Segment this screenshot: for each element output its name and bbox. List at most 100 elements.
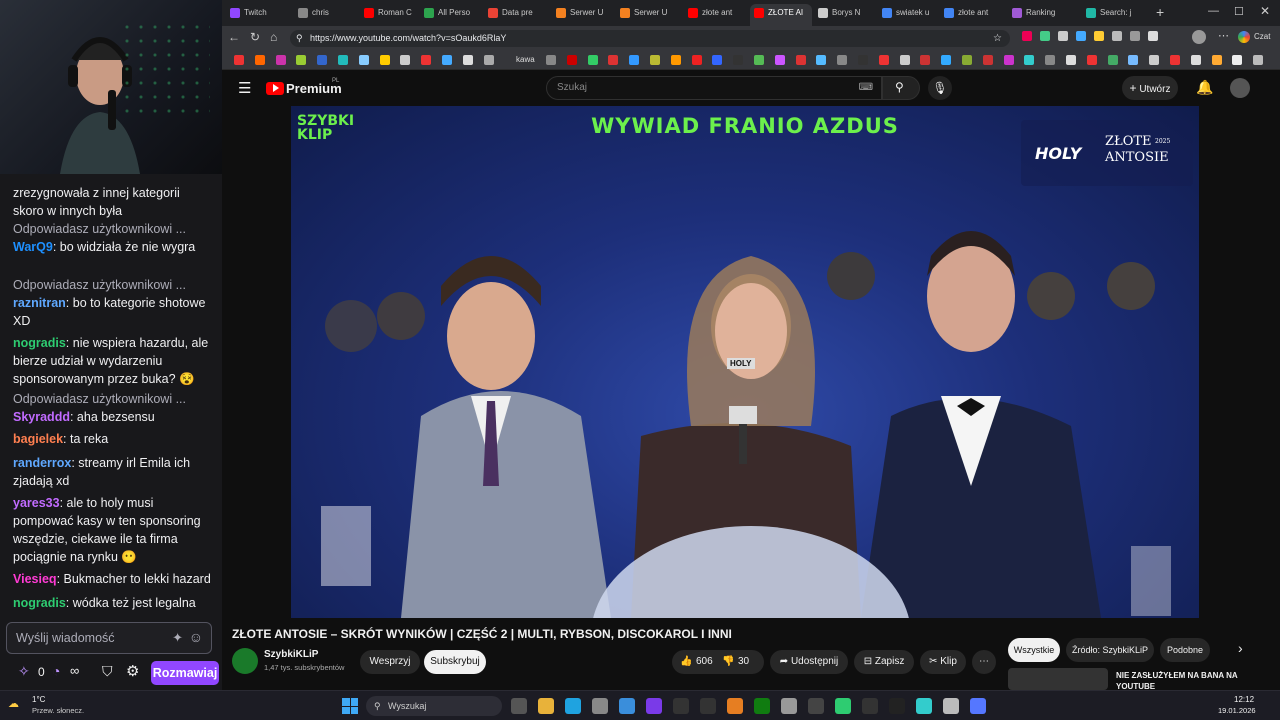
keyboard-icon[interactable]: ⌨ <box>859 77 873 99</box>
bookmark-icon[interactable] <box>754 55 764 65</box>
taskbar-app-icon[interactable] <box>565 698 581 714</box>
taskbar-app-icon[interactable] <box>646 698 662 714</box>
bookmark-icon[interactable] <box>899 55 910 65</box>
bookmark-icon[interactable] <box>462 55 473 65</box>
browser-tab[interactable]: Ranking <box>1008 4 1070 26</box>
bookmark-star-icon[interactable]: ☆ <box>993 30 1002 47</box>
bookmark-icon[interactable] <box>1003 55 1014 65</box>
bookmark-icon[interactable] <box>1107 55 1118 65</box>
search-button[interactable]: ⚲ <box>882 76 920 100</box>
site-info-icon[interactable]: ⚲ <box>296 30 303 47</box>
gear-icon[interactable]: ⚙ <box>126 662 139 680</box>
bookmark-icon[interactable] <box>1024 55 1035 65</box>
bookmark-icon[interactable] <box>920 55 931 65</box>
back-icon[interactable]: ← <box>228 30 240 44</box>
bookmark-icon[interactable] <box>733 55 744 65</box>
chevron-right-icon[interactable]: › <box>1238 640 1243 656</box>
bookmark-icon[interactable] <box>691 55 702 65</box>
taskbar-app-icon[interactable] <box>673 698 689 714</box>
reload-icon[interactable]: ↻ <box>250 30 260 44</box>
sparkle-icon[interactable]: ✦ <box>172 630 183 646</box>
bookmark-icon[interactable] <box>795 55 806 65</box>
minimize-icon[interactable]: — <box>1208 5 1219 17</box>
channel-points-icon[interactable]: ✧ <box>18 663 30 680</box>
taskbar-app-icon[interactable] <box>511 698 527 714</box>
extension-icon[interactable] <box>1040 31 1050 41</box>
taskbar-app-icon[interactable] <box>700 698 716 714</box>
chip-similar[interactable]: Podobne <box>1160 638 1210 662</box>
browser-tab[interactable]: Search: j <box>1082 4 1152 26</box>
taskbar-app-icon[interactable] <box>592 698 608 714</box>
taskbar-app-icon[interactable] <box>754 698 770 714</box>
maximize-icon[interactable]: ☐ <box>1234 5 1244 18</box>
subscribe-button[interactable]: Subskrybuj <box>424 650 486 674</box>
bookmark-icon[interactable] <box>878 55 889 65</box>
close-window-icon[interactable]: ✕ <box>1260 4 1270 18</box>
bookmark-icon[interactable] <box>234 55 244 65</box>
taskbar-app-icon[interactable] <box>619 698 635 714</box>
extension-icon[interactable] <box>1112 31 1122 41</box>
extension-icon[interactable] <box>1022 31 1032 41</box>
save-button[interactable]: ⊟ Zapisz <box>854 650 914 674</box>
create-button[interactable]: + Utwórz <box>1122 76 1178 100</box>
taskbar-app-icon[interactable] <box>835 698 851 714</box>
search-input[interactable]: Szukaj ⌨ <box>546 76 882 100</box>
browser-tab[interactable]: chris <box>294 4 356 26</box>
taskbar-app-icon[interactable] <box>943 698 959 714</box>
bookmark-icon[interactable] <box>1170 55 1180 65</box>
bookmark-kawa[interactable]: kawa <box>516 55 535 64</box>
bookmark-icon[interactable] <box>400 55 411 65</box>
video-player[interactable]: SZYBKI KLIP WYWIAD FRANIO AZDUS HOLY ZŁO… <box>291 106 1199 618</box>
start-icon[interactable] <box>342 698 358 714</box>
mic-icon[interactable]: 🎙 <box>928 76 952 100</box>
channel-avatar[interactable] <box>232 648 258 674</box>
bookmark-icon[interactable] <box>442 55 452 65</box>
browser-tab[interactable]: All Perso <box>420 4 482 26</box>
clock-date[interactable]: 19.01.2026 <box>1218 706 1256 715</box>
bookmark-icon[interactable] <box>1211 55 1222 65</box>
bookmark-icon[interactable] <box>379 55 390 65</box>
browser-tab[interactable]: swiatek u <box>878 4 940 26</box>
bookmark-icon[interactable] <box>254 55 265 65</box>
chat-username[interactable]: yares33 <box>13 496 60 510</box>
chat-username[interactable]: raznitran <box>13 296 66 310</box>
bookmark-icon[interactable] <box>1128 55 1139 65</box>
browser-tab[interactable]: Data pre <box>484 4 546 26</box>
taskbar-app-icon[interactable] <box>889 698 905 714</box>
taskbar-app-icon[interactable] <box>970 698 986 714</box>
bookmark-icon[interactable] <box>275 55 286 65</box>
assistant-icon[interactable] <box>1238 31 1250 43</box>
chat-username[interactable]: Skyraddd <box>13 410 70 424</box>
bookmark-icon[interactable] <box>421 55 432 65</box>
browser-tab[interactable]: złote ant <box>940 4 1002 26</box>
dislike-count[interactable]: 30 <box>738 650 749 674</box>
hamburger-menu-icon[interactable]: ☰ <box>238 79 251 97</box>
bookmark-icon[interactable] <box>837 55 848 65</box>
taskbar-app-icon[interactable] <box>781 698 797 714</box>
avatar[interactable] <box>1192 30 1206 44</box>
browser-tab[interactable]: Roman C <box>360 4 422 26</box>
bookmark-icon[interactable] <box>1253 55 1264 65</box>
bookmark-icon[interactable] <box>608 55 619 65</box>
bookmark-icon[interactable] <box>296 55 307 65</box>
prediction-icon[interactable]: ◔ <box>52 663 60 679</box>
bookmark-icon[interactable] <box>483 55 494 65</box>
bookmark-icon[interactable] <box>1045 55 1056 65</box>
bookmark-icon[interactable] <box>670 55 681 65</box>
chat-username[interactable]: bagielek <box>13 432 63 446</box>
bookmark-icon[interactable] <box>629 55 640 65</box>
bookmark-icon[interactable] <box>358 55 369 65</box>
bell-icon[interactable]: 🔔 <box>1196 79 1213 96</box>
chat-username[interactable]: WarQ9 <box>13 240 53 254</box>
taskbar-app-icon[interactable] <box>538 698 554 714</box>
weather-icon[interactable]: ☁ <box>8 697 19 710</box>
extension-icon[interactable] <box>1076 31 1086 41</box>
account-avatar[interactable] <box>1230 78 1250 98</box>
bookmark-icon[interactable] <box>546 55 556 65</box>
bookmark-icon[interactable] <box>1149 55 1160 65</box>
bookmark-icon[interactable] <box>650 55 660 65</box>
like-count[interactable]: 606 <box>696 650 713 674</box>
bookmark-icon[interactable] <box>587 55 598 65</box>
taskbar-search-input[interactable]: ⚲ Wyszukaj <box>366 696 502 716</box>
thumbs-up-icon[interactable]: 👍 <box>680 650 692 674</box>
